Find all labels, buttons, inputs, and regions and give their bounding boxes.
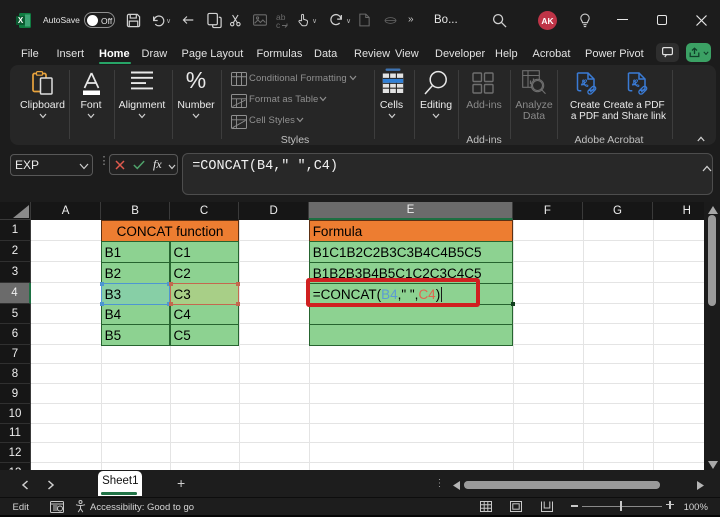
svg-text:X: X <box>18 16 24 25</box>
